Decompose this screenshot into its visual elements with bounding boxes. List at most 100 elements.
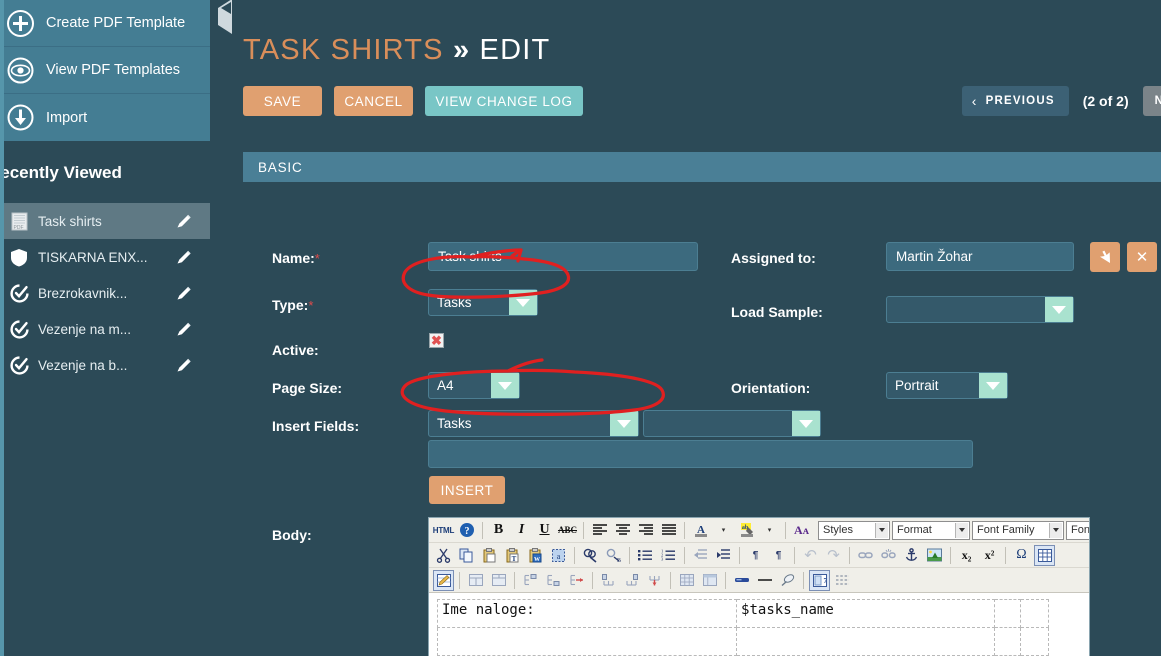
assigned-to-input[interactable]: Martin Žohar — [886, 242, 1074, 271]
increase-indent-button[interactable] — [713, 545, 734, 566]
insert-fields-preview-box[interactable] — [428, 440, 973, 468]
cut-button[interactable] — [433, 545, 454, 566]
text-color-dropdown[interactable]: ▾ — [713, 520, 734, 541]
insert-row-after-button[interactable] — [543, 570, 564, 591]
table-cell[interactable] — [993, 599, 1021, 628]
strikethrough-button[interactable]: ABC — [557, 520, 578, 541]
show-blocks-button[interactable] — [832, 570, 853, 591]
align-justify-button[interactable] — [658, 520, 679, 541]
insert-fields-source-select[interactable]: Tasks — [428, 410, 639, 437]
view-change-log-button[interactable]: VIEW CHANGE LOG — [425, 86, 583, 116]
insert-column-before-button[interactable] — [598, 570, 619, 591]
edit-table-button[interactable] — [433, 569, 454, 591]
paste-as-text-button[interactable]: T — [502, 545, 523, 566]
link-button[interactable] — [855, 545, 876, 566]
unlink-button[interactable] — [878, 545, 899, 566]
page-break-button[interactable] — [731, 570, 752, 591]
save-button[interactable]: SAVE — [243, 86, 322, 116]
editor-content-area[interactable]: Ime naloge: $tasks_name — [429, 593, 1089, 656]
source-html-button[interactable]: HTML — [433, 520, 455, 541]
font-family-select[interactable]: Font Family — [972, 520, 1064, 540]
subscript-button[interactable]: x₂ — [956, 545, 977, 566]
anchor-button[interactable] — [901, 545, 922, 566]
bold-button[interactable]: B — [488, 520, 509, 541]
templates-button[interactable]: 7 — [809, 569, 830, 591]
decrease-indent-button[interactable] — [690, 545, 711, 566]
numbered-list-button[interactable]: 123 — [658, 545, 679, 566]
table-cell[interactable] — [1019, 627, 1050, 656]
help-about-button[interactable]: ? — [456, 520, 477, 541]
font-size-select[interactable]: Font Size — [1066, 520, 1089, 540]
text-direction-rtl-button[interactable]: ¶ — [768, 545, 789, 566]
image-button[interactable] — [924, 545, 945, 566]
select-all-button[interactable]: a — [548, 545, 569, 566]
redo-button[interactable]: ↷ — [823, 545, 844, 566]
edit-pencil-icon[interactable] — [176, 357, 192, 373]
insert-button[interactable]: INSERT — [429, 476, 505, 504]
table-cell[interactable] — [993, 627, 1021, 656]
underline-button[interactable]: U — [534, 520, 555, 541]
italic-button[interactable]: I — [511, 520, 532, 541]
text-size-button[interactable]: Aᴀ — [791, 520, 812, 541]
merge-cells-button[interactable] — [465, 570, 486, 591]
replace-button[interactable]: B — [603, 545, 624, 566]
clear-user-button[interactable]: ✕ — [1127, 242, 1157, 272]
text-direction-ltr-button[interactable]: ¶ — [745, 545, 766, 566]
table-cell[interactable] — [736, 627, 995, 656]
table-cell[interactable]: $tasks_name — [736, 599, 995, 628]
table-cell[interactable]: Ime naloge: — [436, 599, 738, 628]
align-center-button[interactable] — [612, 520, 633, 541]
insert-table-button[interactable] — [1034, 544, 1055, 566]
list-item[interactable]: Vezenje na m... — [0, 311, 210, 347]
list-item[interactable]: TISKARNA ENX... — [0, 239, 210, 275]
cancel-button[interactable]: CANCEL — [334, 86, 413, 116]
delete-column-button[interactable] — [644, 570, 665, 591]
special-character-button[interactable]: Ω — [1011, 545, 1032, 566]
type-select[interactable]: Tasks — [428, 289, 538, 316]
list-item[interactable]: Vezenje na b... — [0, 347, 210, 383]
orientation-select[interactable]: Portrait — [886, 372, 1008, 399]
format-select[interactable]: Format — [892, 520, 970, 540]
edit-pencil-icon[interactable] — [176, 213, 192, 229]
select-user-button[interactable] — [1090, 242, 1120, 272]
split-cell-button[interactable] — [488, 570, 509, 591]
next-record-button[interactable]: NE — [1142, 86, 1161, 116]
table-cell[interactable] — [436, 627, 738, 656]
sidebar-collapse-button[interactable] — [210, 0, 240, 34]
delete-row-button[interactable] — [566, 570, 587, 591]
text-color-button[interactable]: A — [690, 520, 711, 541]
align-left-button[interactable] — [589, 520, 610, 541]
undo-button[interactable]: ↶ — [800, 545, 821, 566]
page-size-select[interactable]: A4 — [428, 372, 520, 399]
horizontal-rule-button[interactable] — [754, 570, 775, 591]
superscript-button[interactable]: x² — [979, 545, 1000, 566]
background-color-dropdown[interactable]: ▾ — [759, 520, 780, 541]
active-checkbox[interactable]: ✖ — [429, 333, 444, 348]
edit-pencil-icon[interactable] — [176, 321, 192, 337]
sidebar-item-import[interactable]: Import — [0, 94, 210, 141]
cell-properties-button[interactable] — [699, 570, 720, 591]
name-input[interactable]: Task shirts — [428, 242, 698, 271]
bulleted-list-button[interactable] — [635, 545, 656, 566]
insert-fields-field-select[interactable] — [643, 410, 821, 437]
sidebar-item-view-pdf-templates[interactable]: View PDF Templates — [0, 47, 210, 94]
previous-record-button[interactable]: ‹ PREVIOUS — [961, 86, 1069, 116]
edit-pencil-icon[interactable] — [176, 249, 192, 265]
styles-select[interactable]: Styles — [818, 520, 890, 540]
table-cell[interactable] — [1019, 599, 1050, 628]
insert-column-after-button[interactable] — [621, 570, 642, 591]
remove-format-button[interactable] — [777, 570, 798, 591]
list-item[interactable]: Brezrokavnik... — [0, 275, 210, 311]
table-properties-button[interactable] — [676, 570, 697, 591]
paste-from-word-button[interactable]: W — [525, 545, 546, 566]
align-right-button[interactable] — [635, 520, 656, 541]
sidebar-item-create-pdf-template[interactable]: Create PDF Template — [0, 0, 210, 47]
edit-pencil-icon[interactable] — [176, 285, 192, 301]
find-button[interactable] — [580, 545, 601, 566]
load-sample-select[interactable] — [886, 296, 1074, 323]
copy-button[interactable] — [456, 545, 477, 566]
list-item[interactable]: PDF Task shirts — [0, 203, 210, 239]
background-color-button[interactable]: ab — [736, 520, 757, 541]
insert-row-before-button[interactable] — [520, 570, 541, 591]
paste-button[interactable] — [479, 545, 500, 566]
